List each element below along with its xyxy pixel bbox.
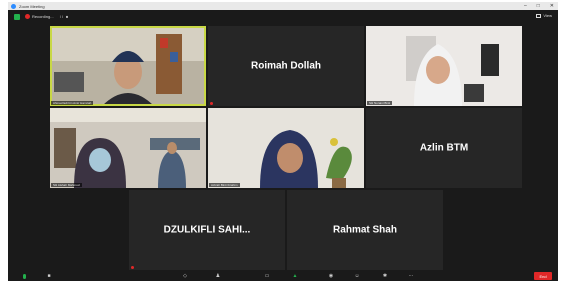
zoom-window: Zoom Meeting – □ ✕ Recording... II ■ Vie… [8,2,558,281]
share-arrow-icon: ▲ [292,273,298,279]
reactions-button[interactable]: ☺ [352,273,362,279]
participant-name: Rahmat Shah [333,224,397,236]
shield-outline-icon: ◇ [183,273,187,279]
recording-controls[interactable]: II ■ [60,14,70,19]
record-dot-icon [25,14,30,19]
video-tile[interactable]: Siti Aishah Mahmud [50,108,206,188]
participant-name: Azlin BTM [419,142,469,154]
apps-icon: ✱ [382,273,388,279]
participant-video [366,26,522,106]
video-tile[interactable]: Siti Noraini Binti [366,26,522,106]
window-title: Zoom Meeting [19,3,45,9]
participant-name-tag: Siti Aishah Mahmud [51,183,82,187]
people-icon: ♟ [215,273,221,279]
security-button[interactable]: ◇ [180,273,190,279]
view-label: View [543,13,552,18]
view-button[interactable]: View [536,13,552,18]
share-screen-button[interactable]: ▲ [290,273,300,279]
mute-button[interactable] [20,273,28,279]
video-tile[interactable]: DZULKIFLI SAHI... [129,190,285,270]
video-tile[interactable]: Azlin BTM [366,108,522,188]
maximize-button[interactable]: □ [537,3,540,9]
minimize-button[interactable]: – [524,3,527,9]
participant-name-tag: Azizah Binti Ibrahim [209,183,240,187]
recording-label: Recording... [32,14,54,19]
more-dots-icon: ⋯ [408,273,414,279]
muted-mic-icon [210,102,213,105]
camera-icon: ■ [47,273,51,279]
record-icon: ◉ [328,273,334,279]
more-button[interactable]: ⋯ [406,273,416,279]
end-meeting-button[interactable]: End [534,272,552,280]
recording-indicator: Recording... [25,14,54,19]
close-button[interactable]: ✕ [550,3,554,9]
grid-icon [536,13,542,18]
meeting-toolbar: ■ ◇ ♟ ▭ ▲ ◉ ☺ ✱ ⋯ End [8,271,558,281]
participant-video [208,108,364,188]
record-button[interactable]: ◉ [324,273,338,279]
participant-name: Roimah Dollah [250,60,321,72]
zoom-logo-icon [11,3,16,9]
participant-name-tag: Siti Noraini Binti [367,101,393,105]
participant-name-tag: Ahmad Edi bin Amir Hamzah [51,101,94,105]
microphone-icon [22,273,26,279]
chat-button[interactable]: ▭ [262,273,272,279]
participants-button[interactable]: ♟ [212,273,224,279]
video-tile[interactable]: Ahmad Edi bin Amir Hamzah [50,26,206,106]
participant-name: DZULKIFLI SAHI... [163,224,251,236]
shield-icon[interactable] [14,13,20,20]
meeting-top-bar: Recording... II ■ View [8,10,558,23]
video-tile[interactable]: Rahmat Shah [287,190,443,270]
muted-mic-icon [131,266,134,269]
smiley-icon: ☺ [354,273,360,279]
participant-video [50,26,206,106]
participant-video [50,108,206,188]
title-bar: Zoom Meeting – □ ✕ [8,2,558,10]
video-tile[interactable]: Azizah Binti Ibrahim [208,108,364,188]
video-tile[interactable]: Roimah Dollah [208,26,364,106]
chat-bubble-icon: ▭ [264,273,270,279]
video-button[interactable]: ■ [44,273,54,279]
apps-button[interactable]: ✱ [380,273,390,279]
